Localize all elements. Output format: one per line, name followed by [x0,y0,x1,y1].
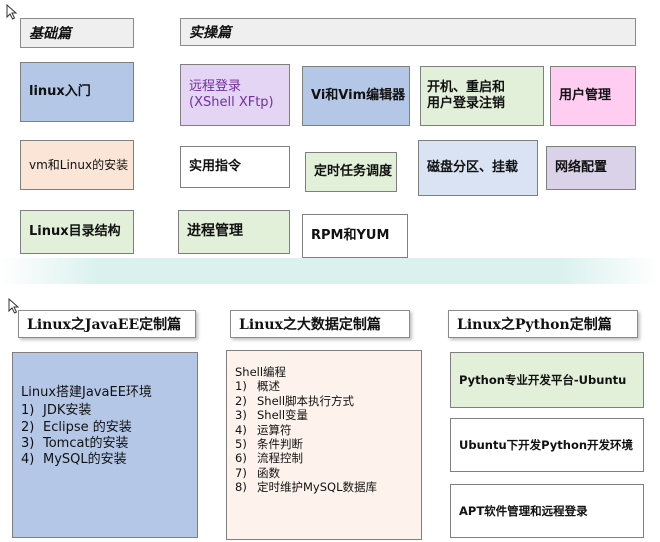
list-item: 2) Eclipse 的安装 [21,419,132,435]
power-line2: 用户登录注销 [427,96,506,111]
javaee-title: Linux搭建JavaEE环境 [21,385,152,400]
list-item: 8) 定时维护MySQL数据库 [235,480,377,494]
practice-item-label: 用户管理 [559,87,612,103]
basic-item-label: vm和Linux的安装 [29,157,129,172]
practice-item-label: RPM和YUM [311,227,390,243]
python-item-dev-env[interactable]: Ubuntu下开发Python开发环境 [450,418,644,472]
practice-item-label: 实用指令 [189,158,242,174]
bigdata-panel: Shell编程 1) 概述 2) Shell脚本执行方式 3) Shell变量 4) 运… [226,350,422,540]
bigdata-header: Linux之大数据定制篇 [230,310,410,338]
python-item-label: APT软件管理和远程登录 [459,503,588,518]
watermark-band [0,258,660,284]
cursor-arrow-icon [6,4,18,20]
list-item: 6) 流程控制 [235,451,303,466]
practice-item-cron[interactable]: 定时任务调度 [305,152,397,192]
power-line1: 开机、重启和 [427,79,506,95]
list-item: 3) Tomcat的安装 [21,435,129,451]
practice-item-vim[interactable]: Vi和Vim编辑器 [302,66,410,126]
practice-item-remote-login[interactable]: 远程登录 (XShell XFtp) [180,64,290,126]
practice-item-label: 进程管理 [187,223,243,240]
list-item: 3) Shell变量 [235,408,309,423]
bigdata-list: 1) 概述 2) Shell脚本执行方式 3) Shell变量 4) 运算符 5) 条件判… [235,379,377,494]
practice-item-process[interactable]: 进程管理 [178,210,290,254]
list-item: 7) 函数 [235,465,280,480]
list-item: 2) Shell脚本执行方式 [235,393,355,408]
practice-item-label: 定时任务调度 [314,163,393,179]
javaee-panel: Linux搭建JavaEE环境 1) JDK安装 2) Eclipse 的安装 3)… [12,352,198,538]
python-item-label: Python专业开发平台-Ubuntu [459,372,627,387]
practice-item-label: Vi和Vim编辑器 [311,87,406,103]
python-item-label: Ubuntu下开发Python开发环境 [459,437,634,452]
practice-header: 实操篇 [180,18,636,46]
remote-line1: 远程登录 [189,78,242,94]
list-item: 1) 概述 [235,379,280,394]
basic-item-label: linux入门 [29,83,91,99]
practice-item-label: 网络配置 [555,159,608,175]
python-item-apt[interactable]: APT软件管理和远程登录 [450,484,644,538]
basic-item-vm-install[interactable]: vm和Linux的安装 [20,140,134,190]
basic-item-label: Linux目录结构 [29,223,121,239]
list-item: 4) MySQL的安装 [21,452,127,467]
practice-item-network[interactable]: 网络配置 [546,146,636,190]
remote-line2: (XShell XFtp) [189,95,274,110]
practice-item-power-login[interactable]: 开机、重启和 用户登录注销 [420,66,544,126]
python-header: Linux之Python定制篇 [448,310,638,338]
bigdata-title: Shell编程 [235,365,287,379]
javaee-header: Linux之JavaEE定制篇 [18,310,196,338]
python-item-ubuntu-platform[interactable]: Python专业开发平台-Ubuntu [450,352,644,408]
practice-item-label: 磁盘分区、挂载 [427,159,519,175]
list-item: 5) 条件判断 [235,436,303,451]
javaee-list: 1) JDK安装 2) Eclipse 的安装 3) Tomcat的安装 4) MySQ… [21,403,152,468]
basic-item-dir-structure[interactable]: Linux目录结构 [20,210,134,254]
practice-item-commands[interactable]: 实用指令 [180,146,290,188]
list-item: 1) JDK安装 [21,403,92,419]
list-item: 4) 运算符 [235,422,292,437]
practice-item-disk[interactable]: 磁盘分区、挂载 [418,140,538,196]
basic-item-linux-intro[interactable]: linux入门 [20,62,134,122]
basic-header: 基础篇 [20,18,134,48]
practice-item-rpm-yum[interactable]: RPM和YUM [302,214,408,258]
practice-item-user-mgmt[interactable]: 用户管理 [550,66,636,126]
